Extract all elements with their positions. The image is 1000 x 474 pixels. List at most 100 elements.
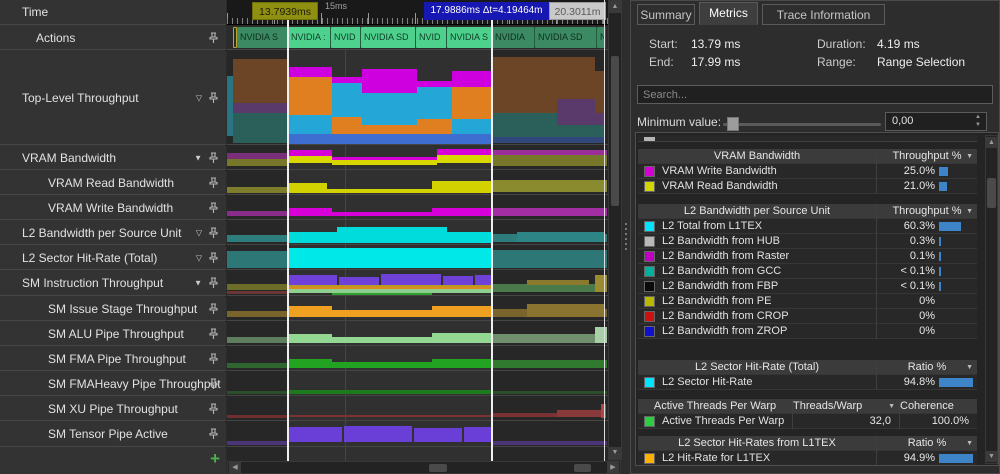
table-row[interactable]: L2 Bandwidth from HUB0.3% — [638, 234, 977, 249]
sidebar-item-sm-xu-pipe-throughput[interactable]: SM XU Pipe Throughput — [0, 397, 226, 421]
action-block[interactable]: NVIDIA — [492, 27, 535, 48]
tab-metrics[interactable]: Metrics — [699, 2, 758, 25]
sort-dropdown-icon[interactable]: ▼ — [966, 149, 973, 164]
timeline-track-l2-sector-hit-rate-total[interactable] — [227, 246, 608, 270]
table-section-header[interactable]: L2 Sector Hit-Rate (Total)Ratio %▼ — [638, 360, 977, 375]
column-header[interactable]: Ratio %▼ — [877, 436, 977, 451]
minimum-value-slider[interactable] — [723, 123, 881, 126]
tab-trace-information[interactable]: Trace Information — [762, 4, 885, 25]
sidebar-item-sm-fmaheavy-pipe-throughput[interactable]: SM FMAHeavy Pipe Throughput — [0, 372, 226, 396]
column-header[interactable]: Ratio %▼ — [877, 360, 977, 375]
table-section-header[interactable]: L2 Sector Hit-Rates from L1TEXRatio %▼ — [638, 436, 977, 451]
scroll-right-arrow-icon[interactable]: ▶ — [607, 462, 619, 473]
table-row[interactable]: Active Threads Per Warp32,0100.0% — [638, 414, 977, 429]
selection-left-handle[interactable] — [287, 20, 289, 461]
action-block[interactable]: NVIDIA SD — [535, 27, 597, 48]
action-block[interactable]: NVID — [416, 27, 447, 48]
timeline-track-vram-read-bandwidth[interactable] — [227, 171, 608, 195]
chevron-collapsed-icon[interactable]: ▽ — [196, 93, 202, 102]
pin-icon[interactable] — [207, 377, 220, 390]
horizontal-scroll-thumb-right[interactable] — [574, 464, 591, 472]
table-row[interactable]: VRAM Read Bandwidth21.0% — [638, 179, 977, 194]
column-header[interactable]: Throughput %▼ — [877, 204, 977, 219]
sort-dropdown-icon[interactable]: ▼ — [966, 360, 973, 375]
sort-dropdown-icon[interactable]: ▼ — [966, 204, 973, 219]
pin-icon[interactable] — [207, 402, 220, 415]
sidebar-item-actions[interactable]: Actions — [0, 26, 226, 50]
table-row[interactable]: L2 Sector Hit-Rate94.8% — [638, 375, 977, 390]
scroll-up-arrow-icon[interactable]: ▲ — [609, 1, 621, 13]
chevron-down-icon[interactable]: ▼ — [194, 279, 202, 288]
sort-dropdown-icon[interactable]: ▼ — [888, 399, 895, 414]
sidebar-item-l2-bandwidth-per-source-unit[interactable]: L2 Bandwidth per Source Unit▽ — [0, 221, 226, 245]
sidebar-item-sm-alu-pipe-throughput[interactable]: SM ALU Pipe Throughput — [0, 322, 226, 346]
pin-icon[interactable] — [207, 302, 220, 315]
table-scroll-thumb[interactable] — [987, 178, 996, 208]
timeline-track-sm-fmaheavy-pipe-throughput[interactable] — [227, 372, 608, 396]
table-scroll-up-icon[interactable]: ▲ — [986, 137, 997, 148]
selection-right-handle[interactable] — [491, 20, 493, 461]
chevron-down-icon[interactable]: ▼ — [194, 153, 202, 162]
add-metric-row-button[interactable]: + — [210, 449, 220, 469]
sidebar-item-sm-fma-pipe-throughput[interactable]: SM FMA Pipe Throughput — [0, 347, 226, 371]
spin-down-icon[interactable]: ▼ — [972, 122, 984, 129]
spin-up-icon[interactable]: ▲ — [972, 114, 984, 121]
vertical-scroll-thumb[interactable] — [611, 56, 619, 206]
timeline-track-sm-issue-stage-throughput[interactable] — [227, 297, 608, 321]
sidebar-item-l2-sector-hit-rate-total[interactable]: L2 Sector Hit-Rate (Total)▽ — [0, 246, 226, 270]
pin-icon[interactable] — [207, 151, 220, 164]
table-vertical-scrollbar[interactable]: ▲ ▼ — [985, 135, 998, 464]
table-row[interactable]: L2 Bandwidth from ZROP0% — [638, 324, 977, 339]
column-header[interactable]: Throughput %▼ — [877, 149, 977, 164]
pin-icon[interactable] — [207, 352, 220, 365]
action-block[interactable]: NVIDIA S — [447, 27, 492, 48]
timeline-track-vram-bandwidth[interactable] — [227, 146, 608, 170]
timeline-horizontal-scrollbar[interactable]: ◀ ▶ — [227, 461, 621, 474]
pin-icon[interactable] — [207, 31, 220, 44]
horizontal-scroll-thumb[interactable] — [429, 464, 447, 472]
pin-icon[interactable] — [207, 201, 220, 214]
panel-splitter[interactable] — [622, 0, 630, 474]
sidebar-item-sm-issue-stage-throughput[interactable]: SM Issue Stage Throughput — [0, 297, 226, 321]
chevron-collapsed-icon[interactable]: ▽ — [196, 253, 202, 262]
action-block[interactable]: NVIDIA : — [288, 27, 331, 48]
pin-icon[interactable] — [207, 91, 220, 104]
pin-icon[interactable] — [207, 251, 220, 264]
sidebar-item-vram-read-bandwidth[interactable]: VRAM Read Bandwidth — [0, 171, 226, 195]
sidebar-item-time[interactable]: Time — [0, 0, 226, 25]
scroll-left-arrow-icon[interactable]: ◀ — [229, 462, 241, 473]
timeline-track-sm-fma-pipe-throughput[interactable] — [227, 347, 608, 371]
minimum-value-slider-handle[interactable] — [727, 117, 739, 131]
timeline-track-sm-xu-pipe-throughput[interactable] — [227, 397, 608, 421]
time-ruler[interactable]: 15ms 13.7939ms 17.9886ms Δt=4.19464m 20.… — [227, 0, 608, 25]
timeline-vertical-scrollbar[interactable]: ▲ ▼ — [608, 0, 622, 460]
sidebar-item-sm-instruction-throughput[interactable]: SM Instruction Throughput▼ — [0, 271, 226, 296]
timeline-track-sm-tensor-pipe-active[interactable] — [227, 422, 608, 447]
table-row[interactable]: L2 Bandwidth from CROP0% — [638, 309, 977, 324]
action-block[interactable]: NVIDIA SD — [361, 27, 416, 48]
table-section-header[interactable]: L2 Bandwidth per Source UnitThroughput %… — [638, 204, 977, 219]
table-section-header[interactable]: VRAM BandwidthThroughput %▼ — [638, 149, 977, 164]
timeline-track-sm-alu-pipe-throughput[interactable] — [227, 322, 608, 346]
table-row[interactable]: VRAM Write Bandwidth25.0% — [638, 164, 977, 179]
action-block[interactable]: NVID — [331, 27, 361, 48]
table-row[interactable]: L2 Bandwidth from PE0% — [638, 294, 977, 309]
minimum-value-spinbox[interactable]: 0,00 ▲ ▼ — [885, 112, 987, 131]
column-header[interactable]: Threads/Warp▼ — [793, 399, 900, 414]
sidebar-item-top-level-throughput[interactable]: Top-Level Throughput▽ — [0, 51, 226, 145]
table-row[interactable]: L2 Hit-Rate for L1TEX94.9% — [638, 451, 977, 466]
sidebar-item-vram-bandwidth[interactable]: VRAM Bandwidth▼ — [0, 146, 226, 170]
sidebar-item-vram-write-bandwidth[interactable]: VRAM Write Bandwidth — [0, 196, 226, 220]
table-section-header[interactable]: Active Threads Per WarpThreads/Warp▼Cohe… — [638, 399, 977, 414]
pin-icon[interactable] — [207, 176, 220, 189]
timeline-track-sm-instruction-throughput[interactable] — [227, 271, 608, 296]
sort-dropdown-icon[interactable]: ▼ — [966, 436, 973, 451]
scroll-down-arrow-icon[interactable]: ▼ — [609, 447, 621, 459]
pin-icon[interactable] — [207, 226, 220, 239]
table-row[interactable]: L2 Bandwidth from GCC< 0.1% — [638, 264, 977, 279]
table-row[interactable]: L2 Total from L1TEX60.3% — [638, 219, 977, 234]
table-row[interactable]: L2 Bandwidth from FBP< 0.1% — [638, 279, 977, 294]
pin-icon[interactable] — [207, 327, 220, 340]
timeline-track-top-level-throughput[interactable] — [227, 51, 608, 145]
timeline-track-l2-bandwidth-per-source-unit[interactable] — [227, 221, 608, 245]
